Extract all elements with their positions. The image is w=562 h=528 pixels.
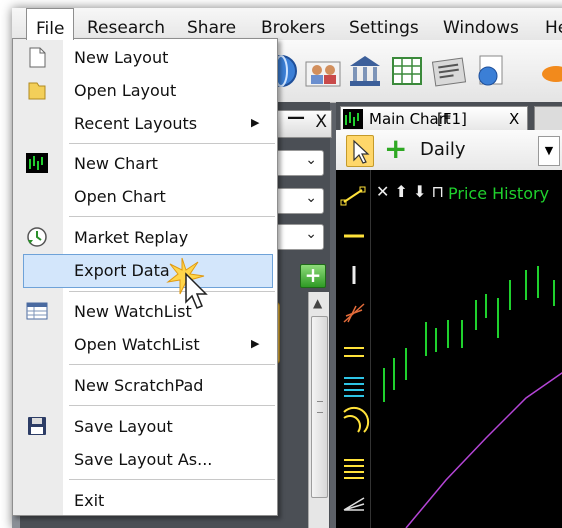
menu-item-new-watchlist[interactable]: New WatchList — [13, 295, 277, 327]
menu-item-open-watchlist[interactable]: Open WatchList ▶ — [13, 328, 277, 360]
series-label: Price History — [448, 184, 550, 203]
menu-item-label: Recent Layouts — [74, 114, 198, 133]
menu-item-market-replay[interactable]: Market Replay — [13, 221, 277, 253]
menu-separator — [69, 216, 275, 217]
menu-research[interactable]: Research — [78, 8, 174, 38]
menu-item-label: New Chart — [74, 154, 158, 173]
mouse-cursor-icon — [166, 257, 208, 309]
grid-tool-icon[interactable] — [344, 459, 364, 479]
menu-separator — [69, 143, 275, 144]
orange-toolbar-icon[interactable] — [526, 52, 562, 90]
chart-area[interactable]: ✕ ⬆ ⬇ ⊓ Price History — [336, 170, 562, 528]
menu-item-label: Open Layout — [74, 81, 177, 100]
menu-item-save-layout-as[interactable]: Save Layout As... — [13, 443, 277, 475]
menu-item-label: New Layout — [74, 48, 169, 67]
chart-header-icons[interactable]: ✕ ⬆ ⬇ ⊓ — [376, 182, 444, 201]
menu-separator — [69, 364, 275, 365]
menu-item-new-layout[interactable]: New Layout — [13, 41, 277, 73]
pointer-tool-button[interactable] — [346, 135, 374, 167]
menu-item-open-layout[interactable]: Open Layout — [13, 74, 277, 106]
folder-icon — [28, 82, 46, 100]
gann-fan-tool-icon[interactable] — [343, 303, 365, 323]
menu-item-new-scratchpad[interactable]: New ScratchPad — [13, 369, 277, 401]
chart-tab-bar: Main Chart [F1] X — [336, 102, 562, 134]
menu-item-label: Export Data — [74, 261, 170, 280]
chart-icon — [343, 109, 363, 129]
menu-separator — [69, 479, 275, 480]
speed-lines-tool-icon[interactable] — [343, 497, 365, 511]
menu-item-label: Market Replay — [74, 228, 189, 247]
menu-brokers[interactable]: Brokers — [252, 8, 334, 38]
menu-item-label: Save Layout — [74, 417, 173, 436]
watchlist-icon — [26, 302, 48, 320]
menu-item-label: New ScratchPad — [74, 376, 204, 395]
save-icon — [28, 417, 46, 435]
minimize-button[interactable]: — — [287, 107, 305, 128]
drawing-tools — [336, 170, 371, 528]
add-button[interactable]: + — [300, 264, 326, 288]
add-indicator-icon[interactable]: + — [384, 135, 407, 163]
chevron-down-icon: ⌄ — [305, 190, 317, 206]
tab-main-chart[interactable]: Main Chart [F1] X — [340, 106, 528, 133]
chart-toolbar: + Daily ▼ — [336, 130, 562, 171]
tab-close-button[interactable]: X — [509, 110, 519, 128]
scroll-up-icon[interactable]: ▲ — [313, 296, 322, 310]
indicator-line — [405, 372, 562, 528]
period-dropdown-button[interactable]: ▼ — [538, 136, 560, 166]
menu-windows[interactable]: Windows — [434, 8, 528, 38]
menu-file[interactable]: File — [26, 8, 75, 40]
tab-shortcut: [F1] — [437, 110, 467, 128]
menu-separator — [69, 405, 275, 406]
menu-item-new-chart[interactable]: New Chart — [13, 147, 277, 179]
submenu-arrow-icon: ▶ — [251, 337, 260, 350]
submenu-arrow-icon: ▶ — [251, 116, 260, 129]
menu-item-label: Save Layout As... — [74, 450, 213, 469]
menu-item-label: Open Chart — [74, 187, 166, 206]
menu-item-export-data[interactable]: Export Data — [23, 254, 273, 288]
scroll-thumb[interactable] — [311, 316, 328, 498]
menu-item-save-layout[interactable]: Save Layout — [13, 410, 277, 442]
menu-share[interactable]: Share — [178, 8, 245, 38]
arc-tool-icon[interactable] — [343, 406, 370, 433]
chart-icon — [26, 153, 48, 173]
chevron-down-icon: ⌄ — [305, 152, 317, 168]
people-icon[interactable] — [304, 52, 342, 90]
menu-item-label: Exit — [74, 491, 105, 510]
channel-tool-icon[interactable] — [344, 347, 364, 357]
period-selector[interactable]: Daily — [420, 139, 466, 160]
trendline-tool-icon[interactable] — [340, 186, 366, 206]
left-panel-close-button[interactable]: X — [315, 112, 327, 132]
grip-icon — [317, 401, 323, 413]
menu-item-exit[interactable]: Exit — [13, 484, 277, 516]
fibonacci-tool-icon[interactable] — [344, 377, 364, 397]
replay-icon — [27, 227, 47, 247]
arrow-pointer-icon — [353, 139, 370, 164]
file-menu-dropdown: New Layout Open Layout Recent Layouts ▶ … — [12, 38, 278, 516]
menu-bar: File Research Share Brokers Settings Win… — [12, 8, 562, 41]
new-layout-icon — [29, 47, 46, 68]
web-page-icon[interactable] — [472, 52, 510, 90]
vertical-scrollbar[interactable]: ▲ — [308, 292, 329, 528]
menu-settings[interactable]: Settings — [340, 8, 428, 38]
menu-item-label: Open WatchList — [74, 335, 200, 354]
menu-item-recent-layouts[interactable]: Recent Layouts ▶ — [13, 107, 277, 139]
spreadsheet-icon[interactable] — [388, 52, 426, 90]
menu-help[interactable]: He — [536, 8, 562, 38]
menu-item-open-chart[interactable]: Open Chart — [13, 180, 277, 212]
chevron-down-icon: ⌄ — [305, 226, 317, 242]
newspaper-icon[interactable] — [430, 52, 468, 90]
bank-icon[interactable] — [346, 52, 384, 90]
